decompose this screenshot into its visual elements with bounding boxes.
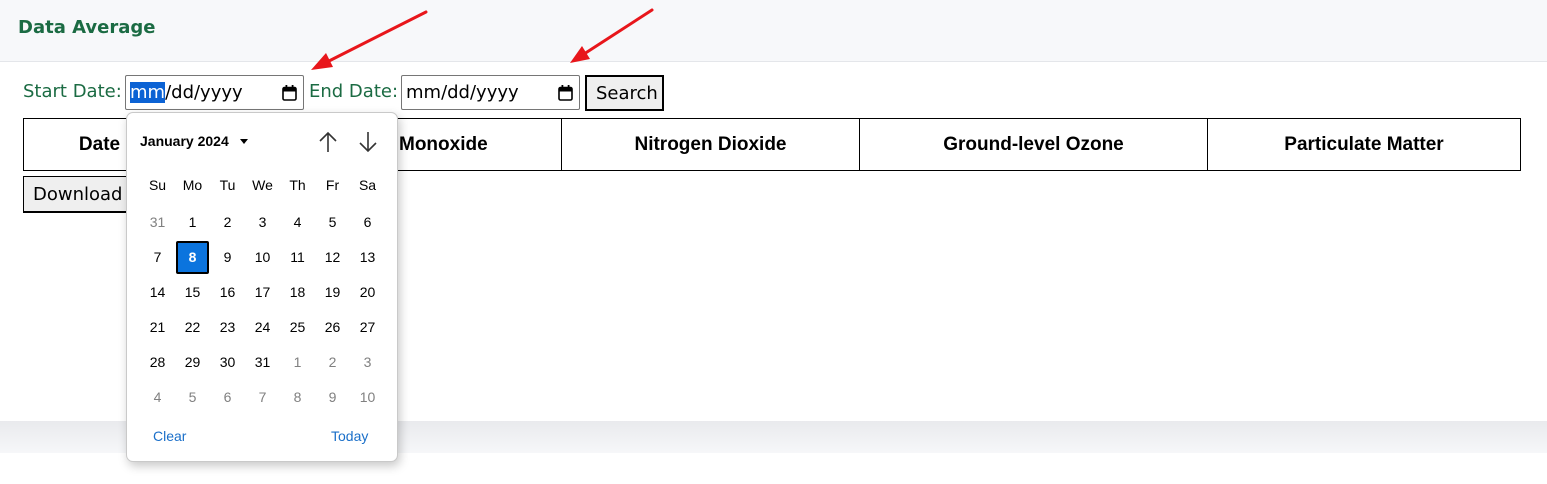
calendar-day[interactable]: 9	[211, 241, 244, 274]
calendar-icon[interactable]	[558, 85, 573, 101]
calendar-day[interactable]: 28	[141, 346, 174, 379]
calendar-day[interactable]: 31	[246, 346, 279, 379]
end-date-text: mm/dd/yyyy	[406, 82, 519, 103]
calendar-day[interactable]: 22	[176, 311, 209, 344]
calendar-day[interactable]: 24	[246, 311, 279, 344]
month-year-selector[interactable]: January 2024	[140, 133, 229, 149]
calendar-day[interactable]: 17	[246, 276, 279, 309]
calendar-day[interactable]: 4	[281, 206, 314, 239]
end-date-input[interactable]: mm/dd/yyyy	[401, 75, 580, 110]
end-date-label: End Date:	[309, 81, 399, 102]
calendar-day[interactable]: 11	[281, 241, 314, 274]
today-button[interactable]: Today	[331, 428, 368, 444]
calendar-day[interactable]: 18	[281, 276, 314, 309]
date-picker-popup: January 2024 Su Mo Tu We Th Fr Sa 31 1 2 3 4…	[126, 112, 398, 462]
calendar-day[interactable]: 14	[141, 276, 174, 309]
weekday-header: Tu	[219, 177, 236, 193]
start-date-text: mm/dd/yyyy	[130, 82, 243, 103]
calendar-day[interactable]: 29	[176, 346, 209, 379]
weekday-header: Fr	[325, 177, 340, 193]
weekday-header: Sa	[358, 177, 377, 193]
calendar-icon[interactable]	[282, 85, 297, 101]
calendar-day[interactable]: 2	[211, 206, 244, 239]
calendar-day[interactable]: 2	[316, 346, 349, 379]
calendar-day[interactable]: 12	[316, 241, 349, 274]
calendar-day[interactable]: 10	[351, 381, 384, 414]
calendar-day[interactable]: 4	[141, 381, 174, 414]
calendar-day[interactable]: 8	[281, 381, 314, 414]
arrow-down-icon[interactable]	[356, 130, 380, 154]
download-button-label: Download	[33, 184, 123, 205]
column-header-particulate-matter: Particulate Matter	[1207, 118, 1521, 171]
calendar-day[interactable]: 27	[351, 311, 384, 344]
arrow-up-icon[interactable]	[316, 130, 340, 154]
page-title: Data Average	[18, 17, 156, 38]
calendar-day[interactable]: 21	[141, 311, 174, 344]
download-button[interactable]: Download	[23, 176, 133, 213]
calendar-day[interactable]: 7	[246, 381, 279, 414]
weekday-header: Mo	[182, 177, 203, 193]
calendar-day[interactable]: 9	[316, 381, 349, 414]
column-header-ozone: Ground-level Ozone	[859, 118, 1208, 171]
weekday-header: Th	[289, 177, 306, 193]
calendar-day[interactable]: 15	[176, 276, 209, 309]
weekday-header: Su	[148, 177, 167, 193]
calendar-day-selected[interactable]: 8	[176, 241, 209, 274]
day-year-segments[interactable]: /dd/yyyy	[165, 82, 243, 103]
column-header-nitrogen-dioxide: Nitrogen Dioxide	[561, 118, 860, 171]
calendar-day[interactable]: 23	[211, 311, 244, 344]
weekday-header: We	[252, 177, 273, 193]
start-date-input[interactable]: mm/dd/yyyy	[125, 75, 304, 110]
calendar-day[interactable]: 10	[246, 241, 279, 274]
clear-button[interactable]: Clear	[153, 428, 186, 444]
calendar-day[interactable]: 16	[211, 276, 244, 309]
calendar-day[interactable]: 7	[141, 241, 174, 274]
calendar-day[interactable]: 1	[176, 206, 209, 239]
calendar-day[interactable]: 30	[211, 346, 244, 379]
header-bar: Data Average	[0, 0, 1547, 62]
calendar-day[interactable]: 6	[211, 381, 244, 414]
calendar-day[interactable]: 5	[176, 381, 209, 414]
search-button-label: Search	[596, 83, 658, 104]
calendar-day[interactable]: 26	[316, 311, 349, 344]
calendar-day[interactable]: 6	[351, 206, 384, 239]
calendar-day[interactable]: 3	[246, 206, 279, 239]
start-date-label: Start Date:	[23, 81, 122, 102]
caret-down-icon[interactable]	[240, 139, 248, 144]
month-segment[interactable]: mm	[130, 82, 166, 103]
calendar-day[interactable]: 5	[316, 206, 349, 239]
calendar-day[interactable]: 19	[316, 276, 349, 309]
search-button[interactable]: Search	[585, 75, 664, 111]
calendar-day[interactable]: 20	[351, 276, 384, 309]
calendar-day[interactable]: 13	[351, 241, 384, 274]
calendar-day[interactable]: 25	[281, 311, 314, 344]
calendar-day[interactable]: 3	[351, 346, 384, 379]
calendar-day[interactable]: 1	[281, 346, 314, 379]
calendar-day[interactable]: 31	[141, 206, 174, 239]
